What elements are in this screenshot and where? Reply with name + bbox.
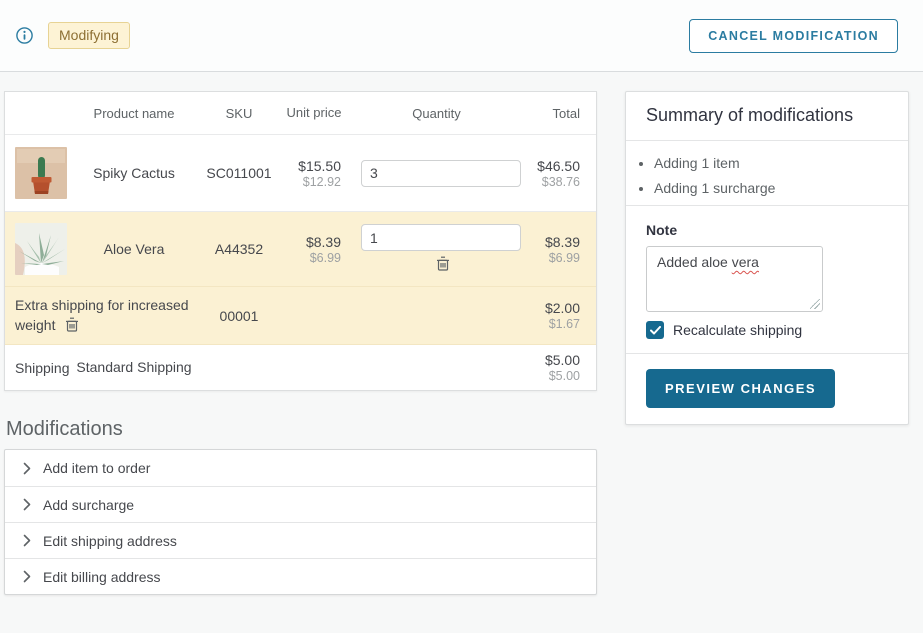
trash-icon <box>65 317 79 332</box>
sku-header: SKU <box>199 100 279 127</box>
accordion-label: Edit shipping address <box>43 533 177 549</box>
unit-price: $15.50 <box>279 158 341 174</box>
product-sku: SC011001 <box>199 159 279 187</box>
unit-price-header: Unit price <box>279 98 349 128</box>
main-content: Product name SKU Unit price Quantity Tot… <box>0 72 923 595</box>
image-column-header <box>5 107 69 119</box>
summary-item: Adding 1 item <box>654 155 888 171</box>
surcharge-sku: 00001 <box>199 302 279 330</box>
accordion-add-item-to-order[interactable]: Add item to order <box>5 450 596 486</box>
row-total-secondary: $6.99 <box>524 251 580 265</box>
chevron-right-icon <box>23 462 31 475</box>
cancel-modification-button[interactable]: CANCEL MODIFICATION <box>689 19 898 53</box>
preview-changes-button[interactable]: PREVIEW CHANGES <box>646 369 835 408</box>
quantity-input[interactable] <box>361 224 521 251</box>
delete-surcharge-button[interactable] <box>63 315 81 334</box>
row-total-secondary: $1.67 <box>524 317 580 331</box>
recalculate-shipping-label: Recalculate shipping <box>673 322 802 338</box>
summary-of-modifications-panel: Summary of modifications Adding 1 item A… <box>625 91 909 425</box>
aloe-vera-photo <box>15 223 67 275</box>
note-textarea[interactable]: Added aloe vera <box>646 246 823 312</box>
chevron-right-icon <box>23 570 31 583</box>
chevron-right-icon <box>23 534 31 547</box>
row-total-secondary: $5.00 <box>524 369 580 383</box>
row-total: $8.39 <box>524 234 580 250</box>
note-text: Added aloe <box>657 254 732 270</box>
summary-panel-title: Summary of modifications <box>626 92 908 141</box>
unit-price: $8.39 <box>279 234 341 250</box>
chevron-right-icon <box>23 498 31 511</box>
table-row-shipping: Shipping Standard Shipping $5.00 $5.00 <box>5 345 596 390</box>
note-text-misspelled: vera <box>732 254 759 270</box>
table-header-row: Product name SKU Unit price Quantity Tot… <box>5 92 596 135</box>
row-total: $5.00 <box>524 352 580 368</box>
note-label: Note <box>646 222 888 238</box>
surcharge-name: Extra shipping for increased weight <box>15 297 189 333</box>
checkbox-checked[interactable] <box>646 321 664 339</box>
order-items-table: Product name SKU Unit price Quantity Tot… <box>4 91 597 391</box>
modifications-heading: Modifications <box>6 418 597 441</box>
delete-item-button[interactable] <box>434 254 452 273</box>
table-row-aloe-vera: Aloe Vera A44352 $8.39 $6.99 <box>5 212 596 287</box>
modifications-accordion: Add item to order Add surcharge Edit shi… <box>4 449 597 595</box>
spiky-cactus-photo <box>15 147 67 199</box>
quantity-header: Quantity <box>349 100 524 127</box>
quantity-input[interactable] <box>361 160 521 187</box>
recalculate-shipping-checkbox-row[interactable]: Recalculate shipping <box>646 321 888 339</box>
product-name: Aloe Vera <box>69 235 199 263</box>
accordion-edit-billing-address[interactable]: Edit billing address <box>5 558 596 594</box>
shipping-label: Shipping <box>5 354 69 382</box>
unit-price-secondary: $6.99 <box>279 251 341 265</box>
total-header: Total <box>524 100 596 127</box>
accordion-edit-shipping-address[interactable]: Edit shipping address <box>5 522 596 558</box>
trash-icon <box>436 256 450 271</box>
summary-list: Adding 1 item Adding 1 surcharge <box>654 155 888 196</box>
top-bar: Modifying CANCEL MODIFICATION <box>0 0 923 72</box>
row-total: $46.50 <box>524 158 580 174</box>
checkmark-icon <box>650 326 661 335</box>
row-total-secondary: $38.76 <box>524 175 580 189</box>
product-name-header: Product name <box>69 100 199 127</box>
shipping-method: Standard Shipping <box>69 352 199 382</box>
accordion-label: Add item to order <box>43 460 150 476</box>
unit-price-secondary: $12.92 <box>279 175 341 189</box>
status-badge: Modifying <box>48 22 130 49</box>
product-name: Spiky Cactus <box>69 159 199 187</box>
textarea-resize-handle[interactable] <box>810 299 820 309</box>
row-total: $2.00 <box>524 300 580 316</box>
accordion-label: Add surcharge <box>43 497 134 513</box>
info-circle-icon[interactable] <box>16 27 33 44</box>
product-sku: A44352 <box>199 235 279 263</box>
table-row-extra-shipping: Extra shipping for increased weight <box>5 287 596 345</box>
table-row-spiky-cactus: Spiky Cactus SC011001 $15.50 $12.92 $46.… <box>5 135 596 212</box>
accordion-add-surcharge[interactable]: Add surcharge <box>5 486 596 522</box>
summary-item: Adding 1 surcharge <box>654 180 888 196</box>
accordion-label: Edit billing address <box>43 569 161 585</box>
